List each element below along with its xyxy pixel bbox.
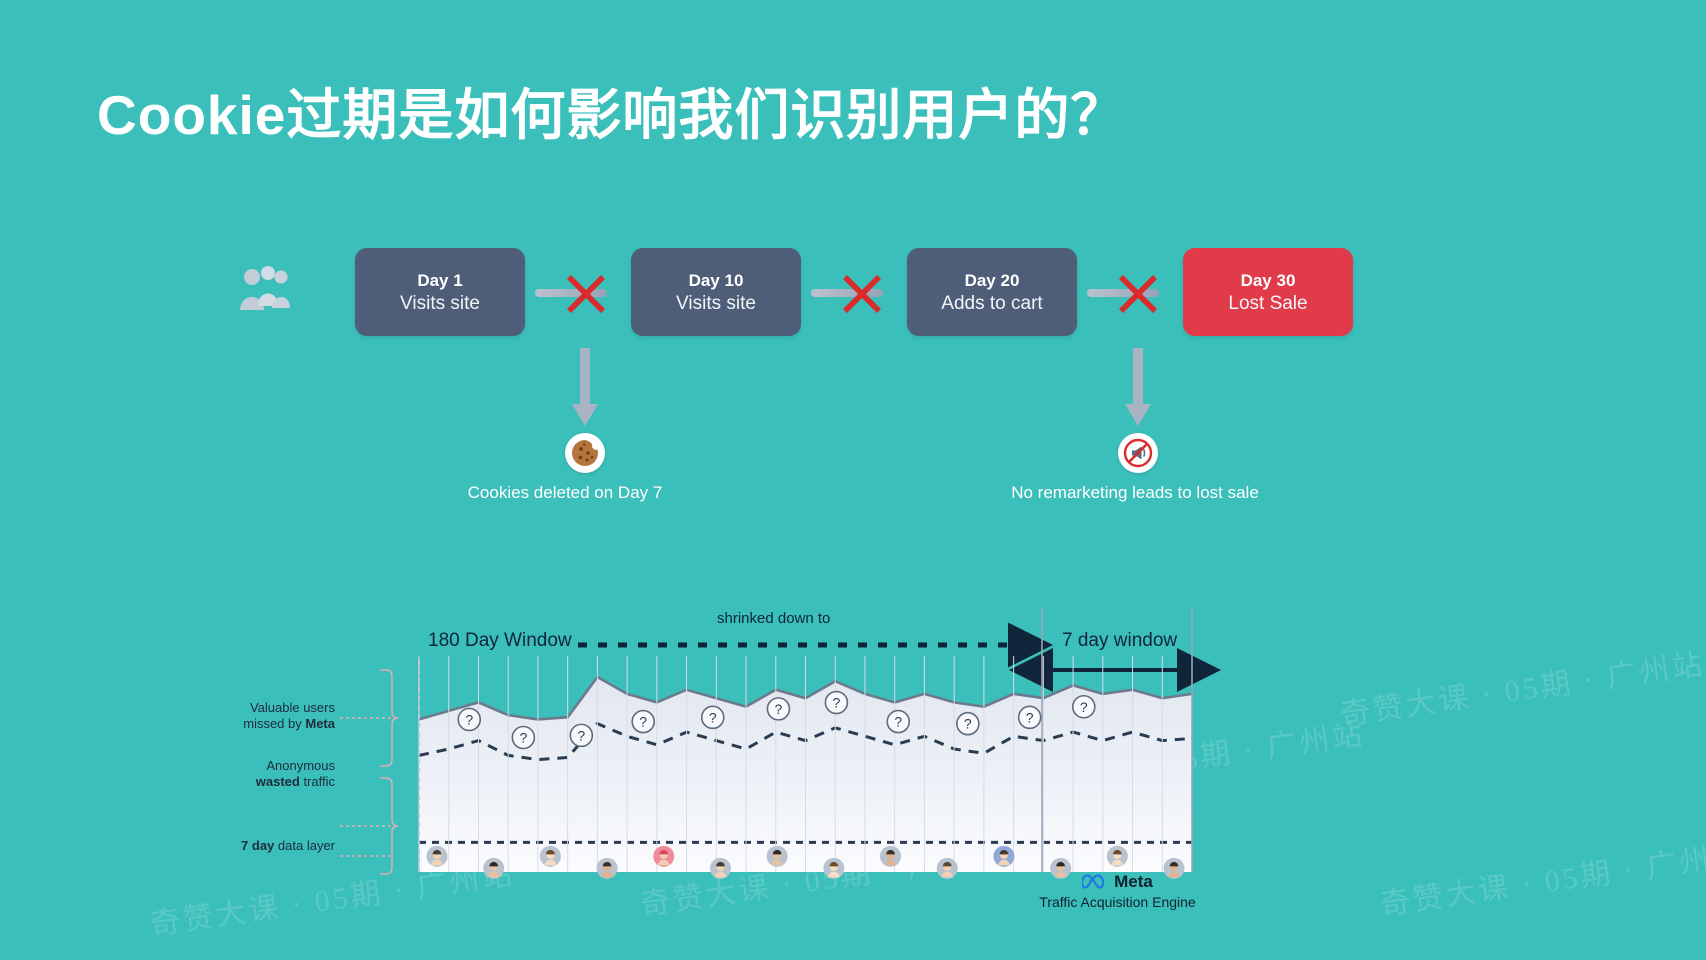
question-marker: ?: [457, 707, 482, 732]
step-day-label: Day 30: [1240, 270, 1296, 290]
svg-text:?: ?: [577, 727, 585, 743]
down-arrow-2: [1125, 348, 1151, 426]
cookie-icon: [565, 433, 605, 473]
question-marker: ?: [824, 690, 849, 715]
avatar: [539, 845, 561, 867]
question-marker: ?: [511, 725, 536, 750]
broken-link-cross-icon-3: [1119, 275, 1157, 313]
data-layer-label: 7 day data layer: [241, 838, 335, 853]
down-arrow-1: [572, 348, 598, 426]
timeline-step-day-20[interactable]: Day 20 Adds to cart: [907, 248, 1077, 336]
avatar: [880, 845, 902, 867]
avatar: [426, 845, 448, 867]
question-marker: ?: [766, 697, 791, 721]
valuable-users-label: Valuable users missed by Meta: [243, 700, 335, 732]
step-desc-label: Lost Sale: [1228, 292, 1308, 314]
avatar: [709, 857, 731, 879]
step-day-label: Day 10: [688, 270, 744, 290]
question-marker: ?: [1017, 705, 1042, 730]
traffic-chart: 180 Day Window shrinked down to 7 day wi…: [0, 600, 1706, 930]
svg-text:?: ?: [519, 730, 527, 746]
question-marker: ?: [631, 709, 655, 734]
avatar: [596, 857, 618, 879]
step-day-label: Day 1: [417, 270, 463, 290]
anonymous-traffic-label: Anonymous wasted traffic: [255, 758, 335, 790]
step-day-label: Day 20: [964, 270, 1020, 290]
step-desc-label: Visits site: [676, 292, 756, 314]
people-icon: [240, 266, 290, 310]
step-desc-label: Adds to cart: [941, 292, 1043, 314]
slide-canvas: 奇赞大课 · 05期 · 广州站奇赞大课 · 05期 · 广州站奇赞大课 · 0…: [0, 0, 1706, 960]
avatar-highlighted: [653, 845, 675, 867]
timeline-step-day-30[interactable]: Day 30 Lost Sale: [1183, 248, 1353, 336]
avatar: [823, 857, 845, 879]
svg-text:?: ?: [465, 711, 473, 727]
svg-text:?: ?: [639, 714, 647, 730]
meta-infinity-logo: [1082, 873, 1105, 889]
avatar: [1106, 845, 1128, 867]
no-remarketing-caption: No remarketing leads to lost sale: [1011, 483, 1259, 502]
svg-text:?: ?: [964, 716, 972, 732]
question-marker: ?: [700, 705, 725, 730]
question-marker: ?: [886, 709, 911, 734]
svg-text:?: ?: [775, 701, 783, 717]
meta-subtitle: Traffic Acquisition Engine: [1039, 894, 1196, 910]
question-marker: ?: [569, 723, 594, 748]
avatar: [936, 857, 958, 879]
svg-text:?: ?: [894, 714, 902, 730]
cookie-caption: Cookies deleted on Day 7: [467, 483, 663, 502]
svg-text:?: ?: [709, 709, 717, 725]
timeline: Day 1 Visits site Day 10 Visits site Day…: [0, 248, 1706, 348]
avatar: [483, 857, 505, 879]
page-title: Cookie过期是如何影响我们识别用户的？: [97, 84, 1127, 146]
question-marker: ?: [956, 711, 980, 736]
svg-text:?: ?: [1080, 699, 1088, 715]
meta-name: Meta: [1114, 872, 1153, 891]
svg-text:?: ?: [1026, 709, 1034, 725]
timeline-step-day-10[interactable]: Day 10 Visits site: [631, 248, 801, 336]
step-desc-label: Visits site: [400, 292, 480, 314]
question-marker: ?: [1071, 694, 1096, 719]
meta-brand: Meta Traffic Acquisition Engine: [1000, 872, 1235, 910]
broken-link-cross-icon-1: [567, 275, 605, 313]
avatar-highlighted: [993, 845, 1015, 867]
timeline-step-day-1[interactable]: Day 1 Visits site: [355, 248, 525, 336]
avatar: [766, 845, 788, 867]
svg-text:?: ?: [833, 695, 841, 711]
broken-link-cross-icon-2: [843, 275, 881, 313]
no-megaphone-icon: [1118, 433, 1158, 473]
